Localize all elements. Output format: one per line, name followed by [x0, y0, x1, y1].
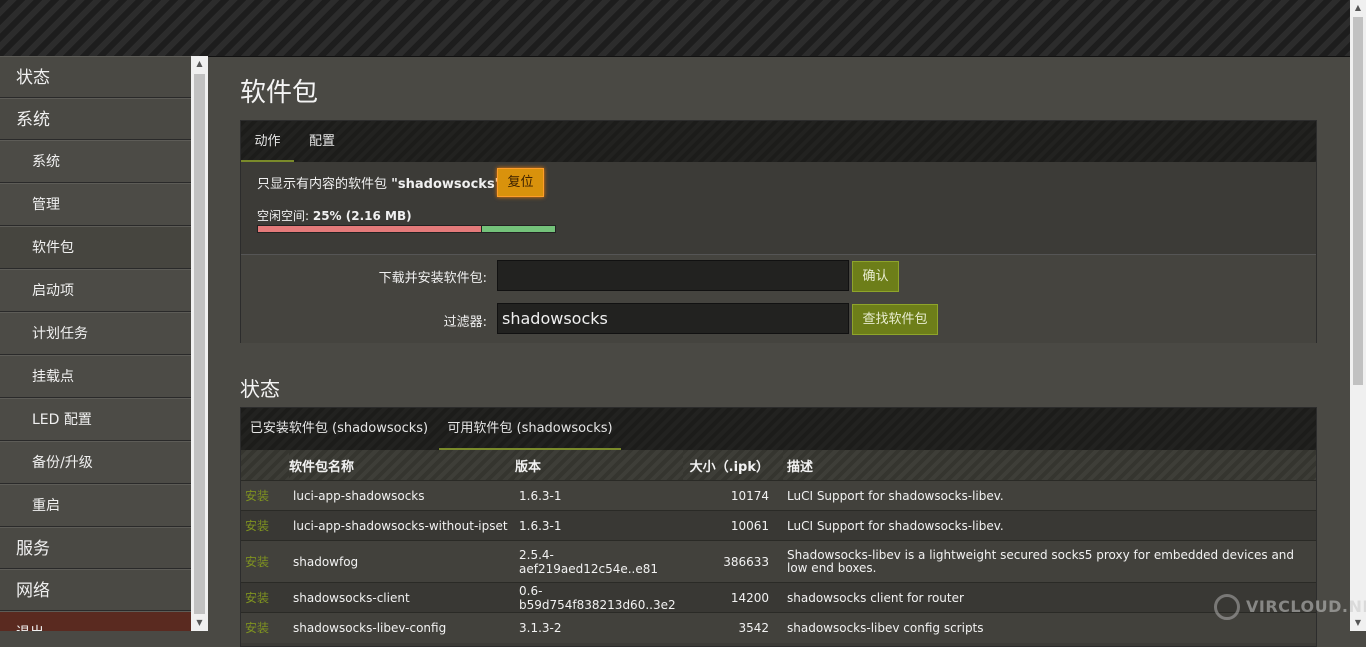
package-version: 3.1.3-2	[515, 612, 683, 643]
sidebar-subitem-startup[interactable]: 启动项	[0, 269, 191, 312]
filter-input[interactable]	[497, 303, 849, 334]
table-row: 安装 shadowsocks-libev-config 3.1.3-2 3542…	[241, 612, 1316, 643]
status-panel: 已安装软件包 (shadowsocks) 可用软件包 (shadowsocks)…	[240, 407, 1317, 647]
actions-tabs: 动作 配置	[241, 121, 1316, 162]
package-name: luci-app-shadowsocks	[289, 480, 515, 511]
col-header-name: 软件包名称	[289, 450, 515, 481]
sidebar-subitem-system[interactable]: 系统	[0, 140, 191, 183]
table-header-row: 软件包名称 版本 大小（.ipk） 描述	[241, 450, 1316, 481]
install-link[interactable]: 安装	[241, 540, 289, 583]
page-scroll-up-icon[interactable]: ▲	[1350, 0, 1366, 16]
package-version: 2.5.4-aef219aed12c54e..e81	[515, 540, 683, 583]
tab-configuration[interactable]: 配置	[297, 121, 347, 162]
tab-actions[interactable]: 动作	[241, 121, 294, 162]
col-header-size: 大小（.ipk）	[683, 450, 783, 481]
sidebar-item-status[interactable]: 状态	[0, 56, 191, 98]
install-link-label[interactable]: 安装	[245, 519, 269, 533]
sidebar-subitem-crontab[interactable]: 计划任务	[0, 312, 191, 355]
scroll-down-icon[interactable]: ▼	[191, 615, 208, 631]
sidebar-nav: 状态 系统 系统 管理 软件包 启动项 计划任务 挂载点 LED 配置 备份/升…	[0, 56, 191, 631]
col-header-description: 描述	[783, 450, 1316, 481]
package-description: Shadowsocks-libev is a lightweight secur…	[783, 540, 1316, 583]
watermark-text: VIRCLOUD.NET	[1246, 597, 1366, 616]
filter-label: 过滤器:	[443, 315, 487, 330]
sidebar-subitem-mounts[interactable]: 挂载点	[0, 355, 191, 398]
install-link-label[interactable]: 安装	[245, 591, 269, 605]
sidebar-subitem-admin[interactable]: 管理	[0, 183, 191, 226]
page-scroll-thumb[interactable]	[1353, 17, 1363, 385]
package-version: 0.6-b59d754f838213d60..3e2	[515, 582, 683, 613]
package-name: shadowfog	[289, 540, 515, 583]
package-name: shadowsocks-libev-config	[289, 612, 515, 643]
sidebar-subitem-backup[interactable]: 备份/升级	[0, 441, 191, 484]
free-space-text: 空闲空间:	[257, 209, 313, 223]
tab-available-packages[interactable]: 可用软件包 (shadowsocks)	[439, 408, 621, 450]
sidebar-subitem-packages[interactable]: 软件包	[0, 226, 191, 269]
install-form: 下载并安装软件包: 确认 过滤器: 查找软件包	[241, 255, 1316, 343]
table-row: 安装 shadowfog 2.5.4-aef219aed12c54e..e81 …	[241, 540, 1316, 583]
cloud-logo-icon	[1214, 594, 1240, 620]
package-version: 1.6.3-1	[515, 480, 683, 511]
sidebar-item-network[interactable]: 网络	[0, 569, 191, 611]
table-row: 安装 luci-app-shadowsocks-without-ipset 1.…	[241, 510, 1316, 541]
sidebar-subitem-led[interactable]: LED 配置	[0, 398, 191, 441]
watermark-logo: VIRCLOUD.NET	[1214, 592, 1366, 624]
package-name: shadowsocks-client	[289, 582, 515, 613]
actions-panel: 动作 配置 只显示有内容的软件包 "shadowsocks" 复位 空闲空间: …	[240, 120, 1317, 343]
packages-table: 软件包名称 版本 大小（.ipk） 描述 安装 luci-app-shadows…	[241, 450, 1316, 643]
package-size: 3542	[683, 612, 783, 643]
package-size: 14200	[683, 582, 783, 613]
col-header-version: 版本	[515, 450, 683, 481]
page-title: 软件包	[240, 78, 319, 108]
table-row: 安装 luci-app-shadowsocks 1.6.3-1 10174 Lu…	[241, 480, 1316, 511]
disk-used-fill	[258, 226, 482, 232]
sidebar-subitem-reboot[interactable]: 重启	[0, 484, 191, 527]
package-size: 10174	[683, 480, 783, 511]
status-section-title: 状态	[240, 377, 280, 401]
install-link[interactable]: 安装	[241, 510, 289, 541]
install-link[interactable]: 安装	[241, 582, 289, 613]
sidebar-item-system[interactable]: 系统	[0, 98, 191, 140]
free-space-value: 25% (2.16 MB)	[312, 209, 412, 223]
page-scrollbar[interactable]: ▲ ▼	[1350, 0, 1366, 631]
filter-note-text: 只显示有内容的软件包	[257, 177, 392, 192]
header-bar	[0, 0, 1350, 57]
package-description: LuCI Support for shadowsocks-libev.	[783, 480, 1316, 511]
table-row: 安装 shadowsocks-client 0.6-b59d754f838213…	[241, 582, 1316, 613]
scroll-up-icon[interactable]: ▲	[191, 56, 208, 72]
package-name: luci-app-shadowsocks-without-ipset	[289, 510, 515, 541]
package-version: 1.6.3-1	[515, 510, 683, 541]
install-link-label[interactable]: 安装	[245, 555, 269, 569]
col-header-action	[241, 450, 289, 481]
page-scroll-down-icon[interactable]: ▼	[1350, 615, 1366, 631]
package-size: 10061	[683, 510, 783, 541]
find-packages-button[interactable]: 查找软件包	[852, 304, 938, 335]
status-tabs: 已安装软件包 (shadowsocks) 可用软件包 (shadowsocks)	[241, 408, 1316, 450]
install-link[interactable]: 安装	[241, 612, 289, 643]
filter-note-value: "shadowsocks"	[391, 177, 502, 192]
package-size: 386633	[683, 540, 783, 583]
sidebar-scrollbar[interactable]: ▲ ▼	[191, 56, 208, 631]
install-link-label[interactable]: 安装	[245, 621, 269, 635]
sidebar-item-logout[interactable]: 退出	[0, 611, 191, 631]
reset-button[interactable]: 复位	[497, 168, 544, 197]
disk-usage-bar	[257, 225, 556, 233]
filter-note: 只显示有内容的软件包 "shadowsocks"	[257, 173, 501, 192]
package-description: LuCI Support for shadowsocks-libev.	[783, 510, 1316, 541]
install-link-label[interactable]: 安装	[245, 489, 269, 503]
download-input[interactable]	[497, 260, 849, 291]
sidebar-item-services[interactable]: 服务	[0, 527, 191, 569]
download-label: 下载并安装软件包:	[378, 271, 487, 286]
install-link[interactable]: 安装	[241, 480, 289, 511]
confirm-button[interactable]: 确认	[852, 261, 899, 292]
sidebar-scroll-thumb[interactable]	[194, 74, 205, 614]
tab-installed-packages[interactable]: 已安装软件包 (shadowsocks)	[241, 408, 437, 449]
free-space-label: 空闲空间: 25% (2.16 MB)	[257, 207, 412, 224]
